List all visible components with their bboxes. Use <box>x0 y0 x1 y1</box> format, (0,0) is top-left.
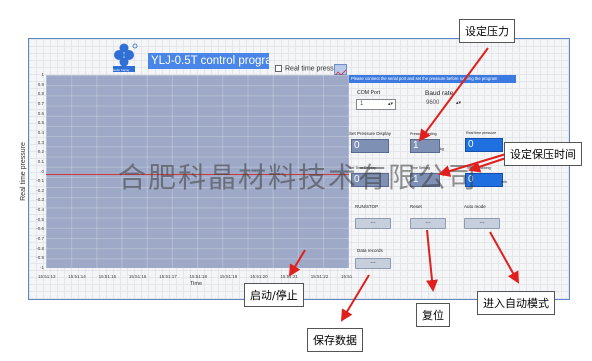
arrow-start-stop <box>288 249 306 277</box>
annotation-set-pressure: 设定压力 <box>459 19 515 43</box>
arrow-set-pressure <box>418 47 489 142</box>
arrow-reset <box>426 229 438 292</box>
arrow-auto-mode <box>489 231 519 284</box>
annotation-save-data: 保存数据 <box>307 328 363 352</box>
annotation-set-hold-time: 设定保压时间 <box>504 142 582 166</box>
annotation-reset: 复位 <box>416 303 450 327</box>
annotation-auto-mode: 进入自动模式 <box>477 291 555 315</box>
arrow-save-data <box>340 274 370 322</box>
annotation-start-stop: 启动/停止 <box>244 283 304 307</box>
arrow-set-hold-time <box>438 153 507 177</box>
